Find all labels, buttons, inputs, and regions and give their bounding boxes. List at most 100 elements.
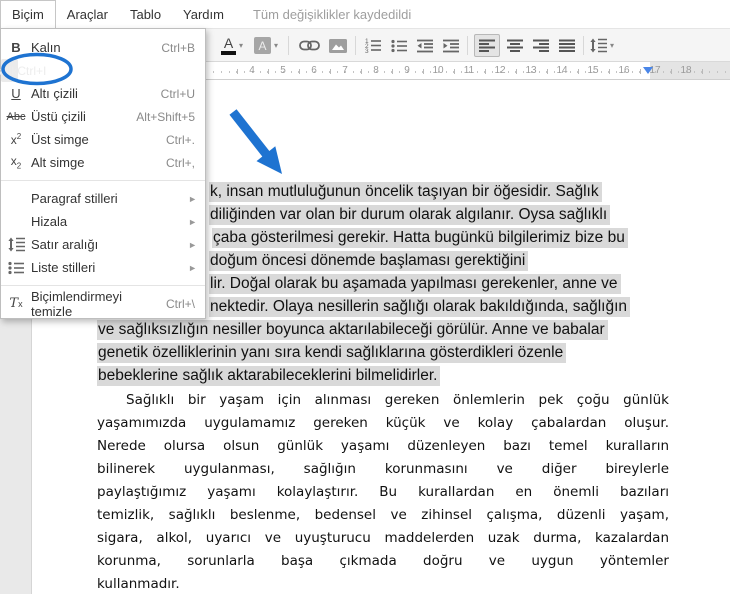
toolbar-separator: [467, 36, 468, 55]
menu-item-label: Hizala: [31, 214, 68, 229]
format-menu: B Kalın Ctrl+B IİtalikCtrl+I U Altı çizili Ctr…: [0, 28, 206, 319]
ruler-number: 4: [249, 65, 255, 76]
align-right-button[interactable]: [530, 34, 552, 57]
highlight-color-button[interactable]: A ▾: [252, 34, 280, 57]
menu-item-bold[interactable]: B Kalın Ctrl+B: [1, 36, 205, 59]
ruler-mid-tick: [453, 69, 455, 74]
menu-item-label: Alt simge: [31, 155, 85, 170]
increase-indent-button[interactable]: [440, 34, 462, 57]
ruler-number: 6: [311, 65, 317, 76]
decrease-indent-button[interactable]: [414, 34, 436, 57]
document-text-line[interactable]: nektedir. Olaya nesillerin sağlığı olara…: [209, 295, 631, 318]
menu-item-hizala[interactable]: Hizala ►: [1, 210, 205, 233]
ruler-minor-tick: [507, 71, 509, 73]
ruler-number: 12: [494, 65, 506, 76]
document-text-line[interactable]: bebeklerine sağlık aktarabileceklerini b…: [97, 364, 441, 387]
document-text-line[interactable]: lir. Doğal olarak bu aşamada yapılması g…: [209, 272, 621, 295]
menu-item-shortcut: Alt+Shift+5: [136, 109, 195, 124]
selected-text: lir. Doğal olarak bu aşamada yapılması g…: [209, 274, 621, 294]
insert-link-button[interactable]: [296, 34, 322, 57]
align-left-button[interactable]: [474, 34, 500, 57]
right-indent-marker[interactable]: [643, 67, 653, 74]
document-text-line[interactable]: k, insan mutluluğunun öncelik taşıyan bi…: [209, 180, 602, 203]
document-text-line[interactable]: kullanmadır.: [97, 573, 180, 594]
document-text-line[interactable]: bilinerek uygulanması, sağlığın korunmas…: [97, 458, 669, 481]
menubar-item-yardim[interactable]: Yardım: [172, 0, 235, 28]
submenu-arrow-icon: ►: [188, 262, 197, 273]
chevron-down-icon: ▾: [609, 41, 614, 50]
menu-item-paragrafstilleri[interactable]: Paragraf stilleri ►: [1, 187, 205, 210]
menu-item-italic[interactable]: IİtalikCtrl+I: [0, 59, 46, 82]
menu-item-clear-formatting[interactable]: Tx Biçimlendirmeyi temizle Ctrl+\: [1, 289, 205, 319]
ruler-mid-tick: [701, 69, 703, 74]
ruler-minor-tick: [600, 71, 602, 73]
ruler-minor-tick: [368, 71, 369, 73]
ruler-number: 5: [280, 65, 286, 76]
document-text-line[interactable]: çaba gösterilmesi gerekir. Hatta bugünkü…: [212, 226, 628, 249]
ruler-minor-tick: [290, 71, 292, 73]
menu-item-label: Paragraf stilleri: [31, 191, 118, 206]
ruler-mid-tick: [577, 69, 579, 74]
ruler-minor-tick: [538, 71, 540, 73]
line-spacing-button[interactable]: ▾: [590, 34, 614, 57]
document-text-line[interactable]: korunma, sorunlarla başa çıkmada doğru v…: [97, 550, 669, 573]
ruler-minor-tick: [352, 71, 354, 73]
insert-image-button[interactable]: [326, 34, 350, 57]
ruler-minor-tick: [337, 71, 338, 73]
ruler-mid-tick: [546, 69, 548, 74]
ruler-minor-tick: [585, 71, 586, 73]
ruler-number: 11: [463, 65, 475, 76]
document-text-line[interactable]: temizlik, sağlıklı beslenme, bedensel ve…: [97, 504, 669, 527]
superscript-icon: x2: [10, 132, 22, 147]
document-text-line[interactable]: Sağlıklı bir yaşam için alınması gereken…: [126, 389, 669, 412]
menubar-item-araclar[interactable]: Araçlar: [56, 0, 119, 28]
bold-icon: B: [11, 40, 21, 55]
list-styles-icon: [1, 261, 31, 275]
menu-item-line-spacing[interactable]: Satır aralığı ►: [1, 233, 205, 256]
ruler-minor-tick: [228, 71, 230, 73]
document-text-line[interactable]: diliğinden var olan bir durum olarak alg…: [209, 203, 611, 226]
numbered-list-button[interactable]: 123: [362, 34, 384, 57]
menu-item-subscript[interactable]: x2 Alt simge Ctrl+,: [1, 151, 205, 174]
bulleted-list-button[interactable]: [388, 34, 410, 57]
menu-item-label: Üst simge: [31, 132, 89, 147]
menubar-item-bicim[interactable]: Biçim: [0, 0, 56, 28]
menu-item-shortcut: Ctrl+B: [161, 40, 195, 55]
ruler-minor-tick: [220, 71, 222, 73]
menu-item-shortcut: Ctrl+.: [165, 132, 195, 147]
document-text-line[interactable]: sigara, alkol, uyarıcı ve uyuşturucu mad…: [97, 527, 669, 550]
google-docs-window: Biçim Araçlar Tablo Yardım Tüm değişiklikler…: [0, 0, 730, 594]
menubar-item-tablo[interactable]: Tablo: [119, 0, 172, 28]
menu-item-label: Üstü çizili: [31, 109, 86, 124]
menu-item-list-styles[interactable]: Liste stilleri ►: [1, 256, 205, 279]
ruler-number: 7: [342, 65, 348, 76]
document-text-line[interactable]: yaşamımızda uygulamamız gereken küçük ve…: [97, 412, 669, 435]
ruler-minor-tick: [492, 71, 493, 73]
ruler-number: 15: [587, 65, 599, 76]
ruler-number: 9: [404, 65, 410, 76]
svg-text:3: 3: [365, 48, 369, 53]
chevron-down-icon: ▾: [238, 41, 243, 50]
menu-item-underline[interactable]: U Altı çizili Ctrl+U: [1, 82, 205, 105]
align-center-button[interactable]: [504, 34, 526, 57]
document-text-line[interactable]: ve sağlıksızlığın nesiller boyunca aktar…: [97, 318, 608, 341]
ruler-minor-tick: [321, 71, 323, 73]
document-text-line[interactable]: genetik özelliklerinin yanı sıra kendi s…: [97, 341, 567, 364]
menu-item-label: Altı çizili: [31, 86, 78, 101]
ruler-minor-tick: [523, 71, 524, 73]
ruler-minor-tick: [724, 71, 726, 73]
ruler-number: 14: [556, 65, 568, 76]
toolbar-separator: [355, 36, 356, 55]
document-text-line[interactable]: Nerede olursa olsun günlük yaşamı düzenl…: [97, 435, 669, 458]
menu-separator: [1, 285, 205, 286]
selected-text: genetik özelliklerinin yanı sıra kendi s…: [97, 343, 567, 363]
ruler-minor-tick: [414, 71, 416, 73]
document-text-line[interactable]: doğum öncesi dönemde başlaması gerektiği…: [209, 249, 529, 272]
ruler-minor-tick: [275, 71, 276, 73]
menu-item-strikethrough[interactable]: Abc Üstü çizili Alt+Shift+5: [1, 105, 205, 128]
menu-item-superscript[interactable]: x2 Üst simge Ctrl+.: [1, 128, 205, 151]
align-justify-button[interactable]: [556, 34, 578, 57]
ruler-minor-tick: [445, 71, 447, 73]
document-text-line[interactable]: paylaştığımız yaşamı kolaylaştırır. Bu k…: [97, 481, 669, 504]
text-color-button[interactable]: A ▾: [218, 34, 246, 57]
